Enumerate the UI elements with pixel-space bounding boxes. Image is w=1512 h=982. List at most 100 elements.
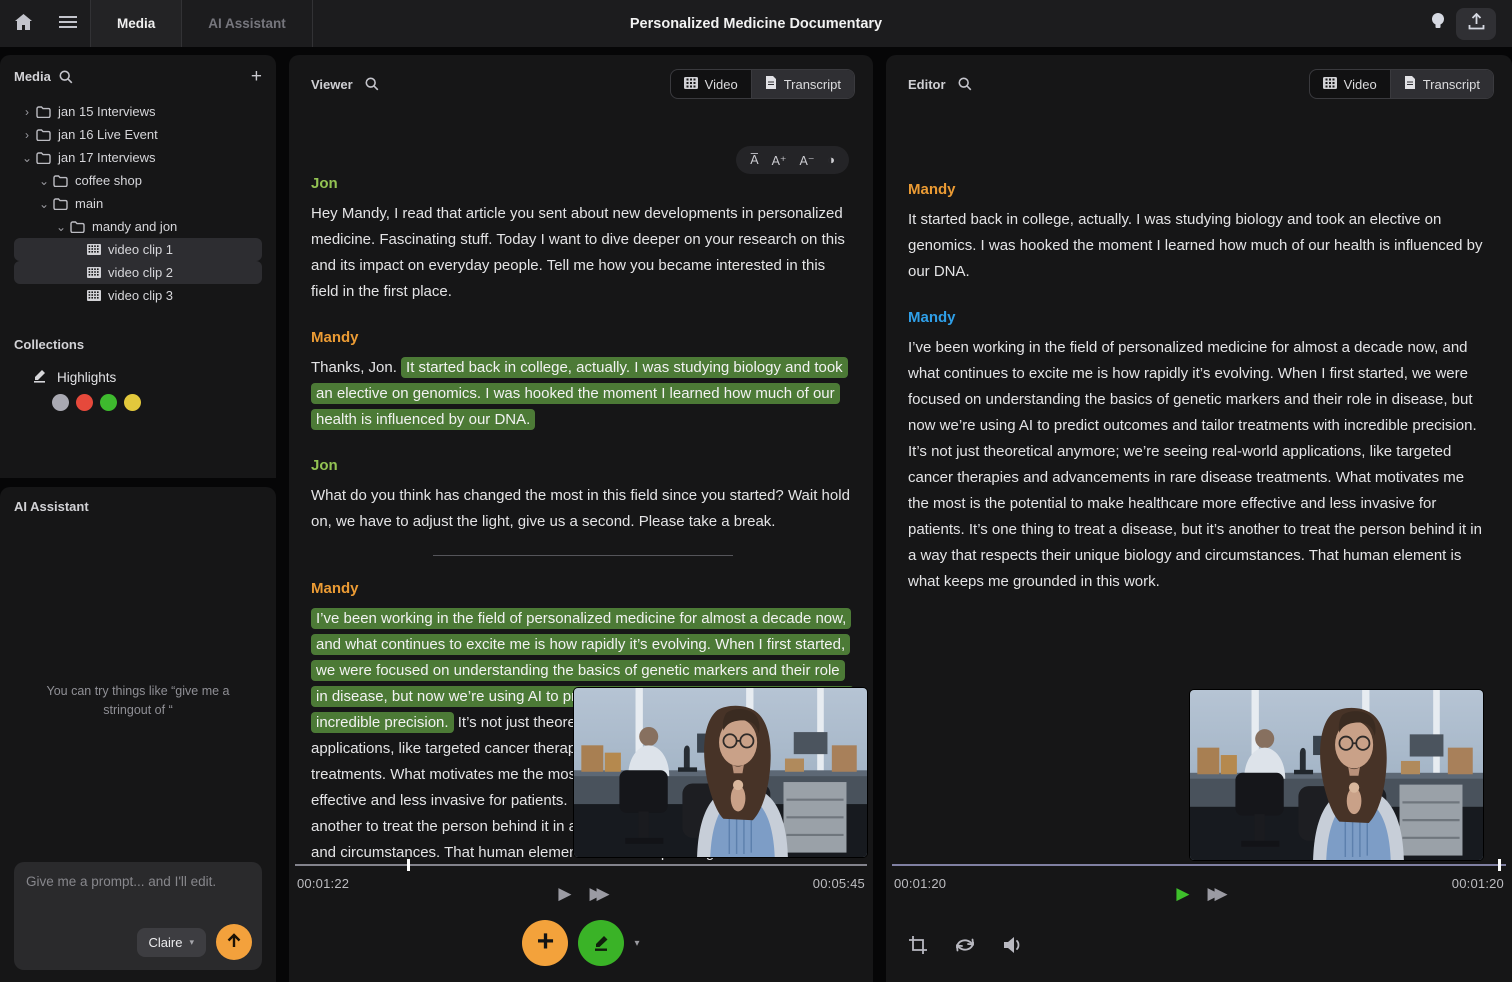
viewer-timeline[interactable] (295, 859, 867, 871)
chevron-down-icon[interactable]: ⌄ (37, 174, 51, 188)
top-bar: Media AI Assistant Personalized Medicine… (0, 0, 1512, 47)
highlight-button[interactable] (578, 920, 624, 966)
film-icon (1323, 77, 1337, 92)
tree-item-label: video clip 1 (108, 242, 173, 257)
tree-clip-video-clip-3[interactable]: video clip 3 (14, 284, 262, 307)
ai-prompt-input[interactable] (26, 874, 250, 914)
highlight-options-caret[interactable]: ▾ (634, 938, 639, 949)
editor-fast-forward-button[interactable]: ▶▶ (1207, 885, 1221, 902)
transcript-text[interactable]: I’ve been working in the field of person… (908, 339, 1482, 590)
export-button[interactable] (1456, 8, 1496, 40)
ai-panel-title: AI Assistant (14, 499, 89, 514)
speaker-icon (1002, 935, 1024, 958)
transcript-text[interactable]: It started back in college, actually. I … (908, 211, 1483, 280)
tree-item-label: jan 17 Interviews (58, 150, 156, 165)
sidebar: Media + › jan 15 Interviews › jan 16 Live E… (0, 55, 276, 982)
collections-section: Collections Highlights (14, 337, 262, 411)
ai-hint-text: You can try things like “give me a strin… (14, 682, 262, 721)
folder-icon (53, 175, 68, 187)
menu-button[interactable] (46, 0, 90, 47)
tree-item-label: jan 15 Interviews (58, 104, 156, 119)
tree-item-label: mandy and jon (92, 219, 177, 234)
transcript-paragraph[interactable]: Thanks, Jon. It started back in college,… (311, 355, 855, 433)
voice-select-button[interactable]: Claire ▾ (137, 928, 207, 957)
document-icon (1404, 76, 1416, 92)
transcript-paragraph[interactable]: It started back in college, actually. I … (908, 207, 1488, 285)
tree-item-label: jan 16 Live Event (58, 127, 158, 142)
transcript-text[interactable]: Hey Mandy, I read that article you sent … (311, 205, 845, 300)
viewer-transcript-tab-label: Transcript (784, 77, 841, 92)
tree-folder-mandy-and-jon[interactable]: ⌄ mandy and jon (14, 215, 262, 238)
viewer-search-icon[interactable] (365, 77, 379, 91)
chevron-right-icon[interactable]: › (20, 105, 34, 119)
film-icon (87, 290, 101, 301)
speaker-label: Mandy (311, 325, 855, 351)
editor-search-icon[interactable] (958, 77, 972, 91)
tab-ai-assistant[interactable]: AI Assistant (182, 0, 312, 47)
replace-button[interactable] (954, 935, 976, 958)
upload-icon (1468, 13, 1485, 34)
tree-folder-jan-16-live-event[interactable]: › jan 16 Live Event (14, 123, 262, 146)
lightbulb-icon (1430, 12, 1446, 35)
tree-folder-jan-15-interviews[interactable]: › jan 15 Interviews (14, 100, 262, 123)
media-tree: › jan 15 Interviews › jan 16 Live Event ⌄ jan… (14, 100, 262, 307)
transcript-text[interactable]: Thanks, Jon. (311, 359, 401, 376)
home-icon (15, 14, 32, 33)
crop-icon (908, 935, 928, 958)
transcript-paragraph[interactable]: I’ve been working in the field of person… (908, 335, 1488, 595)
add-media-button[interactable]: + (251, 67, 262, 86)
cycle-arrows-icon (954, 935, 976, 958)
ai-prompt-box: Claire ▾ (14, 862, 262, 970)
editor-timeline[interactable] (892, 859, 1506, 871)
editor-view-toggle: Video Transcript (1309, 69, 1494, 99)
editor-video-preview[interactable] (1190, 690, 1483, 860)
editor-transcript[interactable]: Mandy It started back in college, actuall… (908, 157, 1488, 595)
viewer-title: Viewer (311, 77, 353, 92)
tips-button[interactable] (1430, 12, 1446, 35)
viewer-transcript-tab[interactable]: Transcript (751, 70, 854, 98)
media-search-icon[interactable] (59, 70, 73, 84)
collection-highlights[interactable]: Highlights (32, 368, 262, 386)
volume-button[interactable] (1002, 935, 1024, 958)
media-panel-title: Media (14, 69, 51, 84)
highlight-color-dot-2[interactable] (100, 394, 117, 411)
crop-button[interactable] (908, 935, 928, 958)
editor-video-tab[interactable]: Video (1310, 70, 1390, 98)
highlight-color-dot-3[interactable] (124, 394, 141, 411)
viewer-video-tab[interactable]: Video (671, 70, 751, 98)
tree-clip-video-clip-2[interactable]: video clip 2 (14, 261, 262, 284)
highlights-label: Highlights (57, 370, 116, 385)
speaker-label: Mandy (311, 576, 855, 602)
add-to-edit-button[interactable]: + (522, 920, 568, 966)
highlight-color-dot-0[interactable] (52, 394, 69, 411)
viewer-panel: Viewer Video Transcript A̅ A⁺ A⁻ ◑ JonHe (289, 55, 873, 982)
speaker-label: Mandy (908, 305, 1488, 331)
send-prompt-button[interactable] (216, 924, 252, 960)
viewer-fast-forward-button[interactable]: ▶▶ (589, 885, 603, 902)
transcript-paragraph[interactable]: Hey Mandy, I read that article you sent … (311, 201, 855, 305)
arrow-up-icon (226, 933, 242, 952)
viewer-play-button[interactable]: ▶ (558, 885, 571, 902)
tree-item-label: coffee shop (75, 173, 142, 188)
editor-playhead[interactable] (1498, 859, 1501, 871)
viewer-playhead[interactable] (407, 859, 410, 871)
tree-folder-jan-17-interviews[interactable]: ⌄ jan 17 Interviews (14, 146, 262, 169)
tree-folder-main[interactable]: ⌄main (14, 192, 262, 215)
tab-media[interactable]: Media (91, 0, 181, 47)
viewer-video-tab-label: Video (705, 77, 738, 92)
tree-folder-coffee-shop[interactable]: ⌄ coffee shop (14, 169, 262, 192)
viewer-video-preview[interactable] (574, 688, 867, 857)
video-frame-lab-scene (574, 688, 867, 857)
editor-play-button[interactable]: ▶ (1176, 885, 1189, 902)
tree-clip-video-clip-1[interactable]: video clip 1 (14, 238, 262, 261)
transcript-paragraph[interactable]: What do you think has changed the most i… (311, 483, 855, 535)
home-button[interactable] (0, 0, 46, 47)
transcript-text[interactable]: What do you think has changed the most i… (311, 487, 850, 530)
editor-transcript-tab[interactable]: Transcript (1390, 70, 1493, 98)
highlight-color-dot-1[interactable] (76, 394, 93, 411)
chevron-down-icon[interactable]: ⌄ (20, 151, 34, 165)
chevron-down-icon[interactable]: ⌄ (54, 220, 68, 234)
divider (312, 0, 313, 47)
chevron-down-icon[interactable]: ⌄ (37, 197, 51, 211)
chevron-right-icon[interactable]: › (20, 128, 34, 142)
